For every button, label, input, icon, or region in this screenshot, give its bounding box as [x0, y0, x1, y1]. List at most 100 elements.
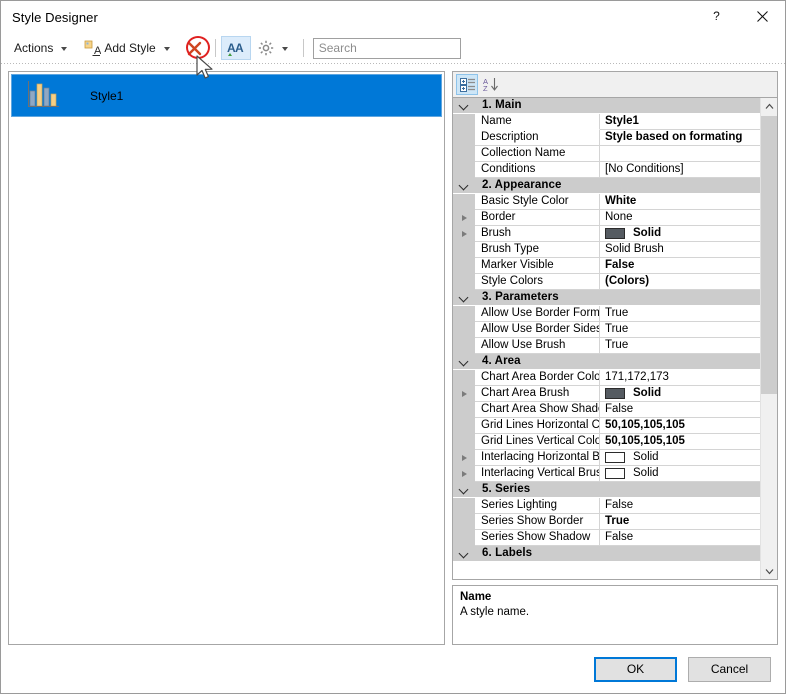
property-grid-scrollbar[interactable]: [760, 98, 777, 579]
property-value[interactable]: Solid: [600, 450, 760, 466]
row-gutter: [453, 258, 475, 274]
cancel-button[interactable]: Cancel: [688, 657, 771, 682]
property-category-header[interactable]: 1. Main: [453, 98, 760, 114]
property-value[interactable]: (Colors): [600, 274, 760, 290]
property-row[interactable]: BorderNone: [453, 210, 760, 226]
property-row[interactable]: Grid Lines Horizontal Colo50,105,105,105: [453, 418, 760, 434]
delete-x-icon: [185, 38, 205, 58]
property-row[interactable]: Allow Use Border SidesTrue: [453, 322, 760, 338]
property-row[interactable]: Allow Use Border FormattTrue: [453, 306, 760, 322]
property-row[interactable]: Allow Use BrushTrue: [453, 338, 760, 354]
property-value-text: Solid: [633, 226, 661, 241]
property-value[interactable]: Solid: [600, 466, 760, 482]
property-value[interactable]: Style1: [600, 114, 760, 130]
property-row[interactable]: Marker VisibleFalse: [453, 258, 760, 274]
property-row[interactable]: Chart Area BrushSolid: [453, 386, 760, 402]
property-category-header[interactable]: 4. Area: [453, 354, 760, 370]
property-value[interactable]: True: [600, 514, 760, 530]
collapse-toggle[interactable]: [453, 549, 475, 558]
property-value[interactable]: 50,105,105,105: [600, 434, 760, 450]
svg-text:?: ?: [713, 10, 720, 23]
chevron-right-icon: [462, 391, 467, 397]
add-style-button[interactable]: A Add Style: [77, 36, 179, 60]
expand-toggle[interactable]: [453, 466, 475, 482]
property-row[interactable]: NameStyle1: [453, 114, 760, 130]
property-row[interactable]: Chart Area Show ShadowFalse: [453, 402, 760, 418]
property-value[interactable]: 171,172,173: [600, 370, 760, 386]
chevron-down-icon: [460, 101, 469, 110]
scroll-up-button[interactable]: [761, 98, 777, 114]
font-settings-button[interactable]: A A: [221, 36, 251, 60]
alphabetical-sort-icon: A Z: [483, 77, 500, 92]
scroll-track[interactable]: [761, 114, 777, 563]
property-row[interactable]: BrushSolid: [453, 226, 760, 242]
property-row[interactable]: Series Show ShadowFalse: [453, 530, 760, 546]
property-row[interactable]: Interlacing Vertical BrushSolid: [453, 466, 760, 482]
property-value[interactable]: [No Conditions]: [600, 162, 760, 178]
property-value[interactable]: True: [600, 338, 760, 354]
property-row[interactable]: Brush TypeSolid Brush: [453, 242, 760, 258]
property-value[interactable]: None: [600, 210, 760, 226]
style-list-panel[interactable]: Style1: [8, 71, 445, 645]
property-row[interactable]: Conditions[No Conditions]: [453, 162, 760, 178]
property-row[interactable]: DescriptionStyle based on formating: [453, 130, 760, 146]
collapse-toggle[interactable]: [453, 485, 475, 494]
collapse-toggle[interactable]: [453, 357, 475, 366]
alphabetical-sort-button[interactable]: A Z: [480, 74, 502, 95]
help-button[interactable]: ?: [693, 1, 739, 32]
property-category-header[interactable]: 3. Parameters: [453, 290, 760, 306]
expand-toggle[interactable]: [453, 450, 475, 466]
expand-toggle[interactable]: [453, 210, 475, 226]
title-bar: Style Designer ?: [1, 1, 785, 33]
property-row[interactable]: Series Show BorderTrue: [453, 514, 760, 530]
property-name: Style Colors: [475, 274, 600, 290]
property-value[interactable]: Style based on formating: [600, 130, 760, 146]
collapse-toggle[interactable]: [453, 181, 475, 190]
property-name: Allow Use Border Sides: [475, 322, 600, 338]
scroll-down-button[interactable]: [761, 563, 777, 579]
property-row[interactable]: Grid Lines Vertical Color50,105,105,105: [453, 434, 760, 450]
property-description-panel: Name A style name.: [452, 585, 778, 645]
property-value[interactable]: 50,105,105,105: [600, 418, 760, 434]
collapse-toggle[interactable]: [453, 293, 475, 302]
row-gutter: [453, 514, 475, 530]
actions-menu-button[interactable]: Actions: [7, 36, 77, 60]
property-name: Collection Name: [475, 146, 600, 162]
property-row[interactable]: Chart Area Border Color171,172,173: [453, 370, 760, 386]
property-value[interactable]: White: [600, 194, 760, 210]
row-gutter: [453, 498, 475, 514]
property-value[interactable]: Solid: [600, 226, 760, 242]
close-button[interactable]: [739, 1, 785, 32]
property-value[interactable]: Solid Brush: [600, 242, 760, 258]
list-item[interactable]: Style1: [11, 74, 442, 117]
property-row[interactable]: Style Colors(Colors): [453, 274, 760, 290]
property-name: Grid Lines Vertical Color: [475, 434, 600, 450]
property-value[interactable]: False: [600, 258, 760, 274]
search-input[interactable]: [313, 38, 461, 59]
property-value[interactable]: False: [600, 402, 760, 418]
scroll-thumb[interactable]: [761, 116, 777, 394]
property-value[interactable]: Solid: [600, 386, 760, 402]
ok-button[interactable]: OK: [594, 657, 677, 682]
collapse-toggle[interactable]: [453, 101, 475, 110]
property-grid[interactable]: 1. MainNameStyle1DescriptionStyle based …: [452, 97, 778, 580]
delete-style-button[interactable]: [180, 36, 210, 60]
property-value[interactable]: False: [600, 530, 760, 546]
property-value[interactable]: True: [600, 322, 760, 338]
property-value[interactable]: False: [600, 498, 760, 514]
property-value[interactable]: [600, 146, 760, 162]
property-name: Name: [475, 114, 600, 130]
property-value[interactable]: True: [600, 306, 760, 322]
categorized-view-button[interactable]: [456, 74, 478, 95]
property-row[interactable]: Series LightingFalse: [453, 498, 760, 514]
property-row[interactable]: Interlacing Horizontal BruSolid: [453, 450, 760, 466]
property-row[interactable]: Collection Name: [453, 146, 760, 162]
property-row[interactable]: Basic Style ColorWhite: [453, 194, 760, 210]
expand-toggle[interactable]: [453, 226, 475, 242]
property-category-header[interactable]: 5. Series: [453, 482, 760, 498]
property-category-header[interactable]: 2. Appearance: [453, 178, 760, 194]
style-settings-button[interactable]: [251, 36, 298, 60]
row-gutter: [453, 370, 475, 386]
property-category-header[interactable]: 6. Labels: [453, 546, 760, 562]
expand-toggle[interactable]: [453, 386, 475, 402]
